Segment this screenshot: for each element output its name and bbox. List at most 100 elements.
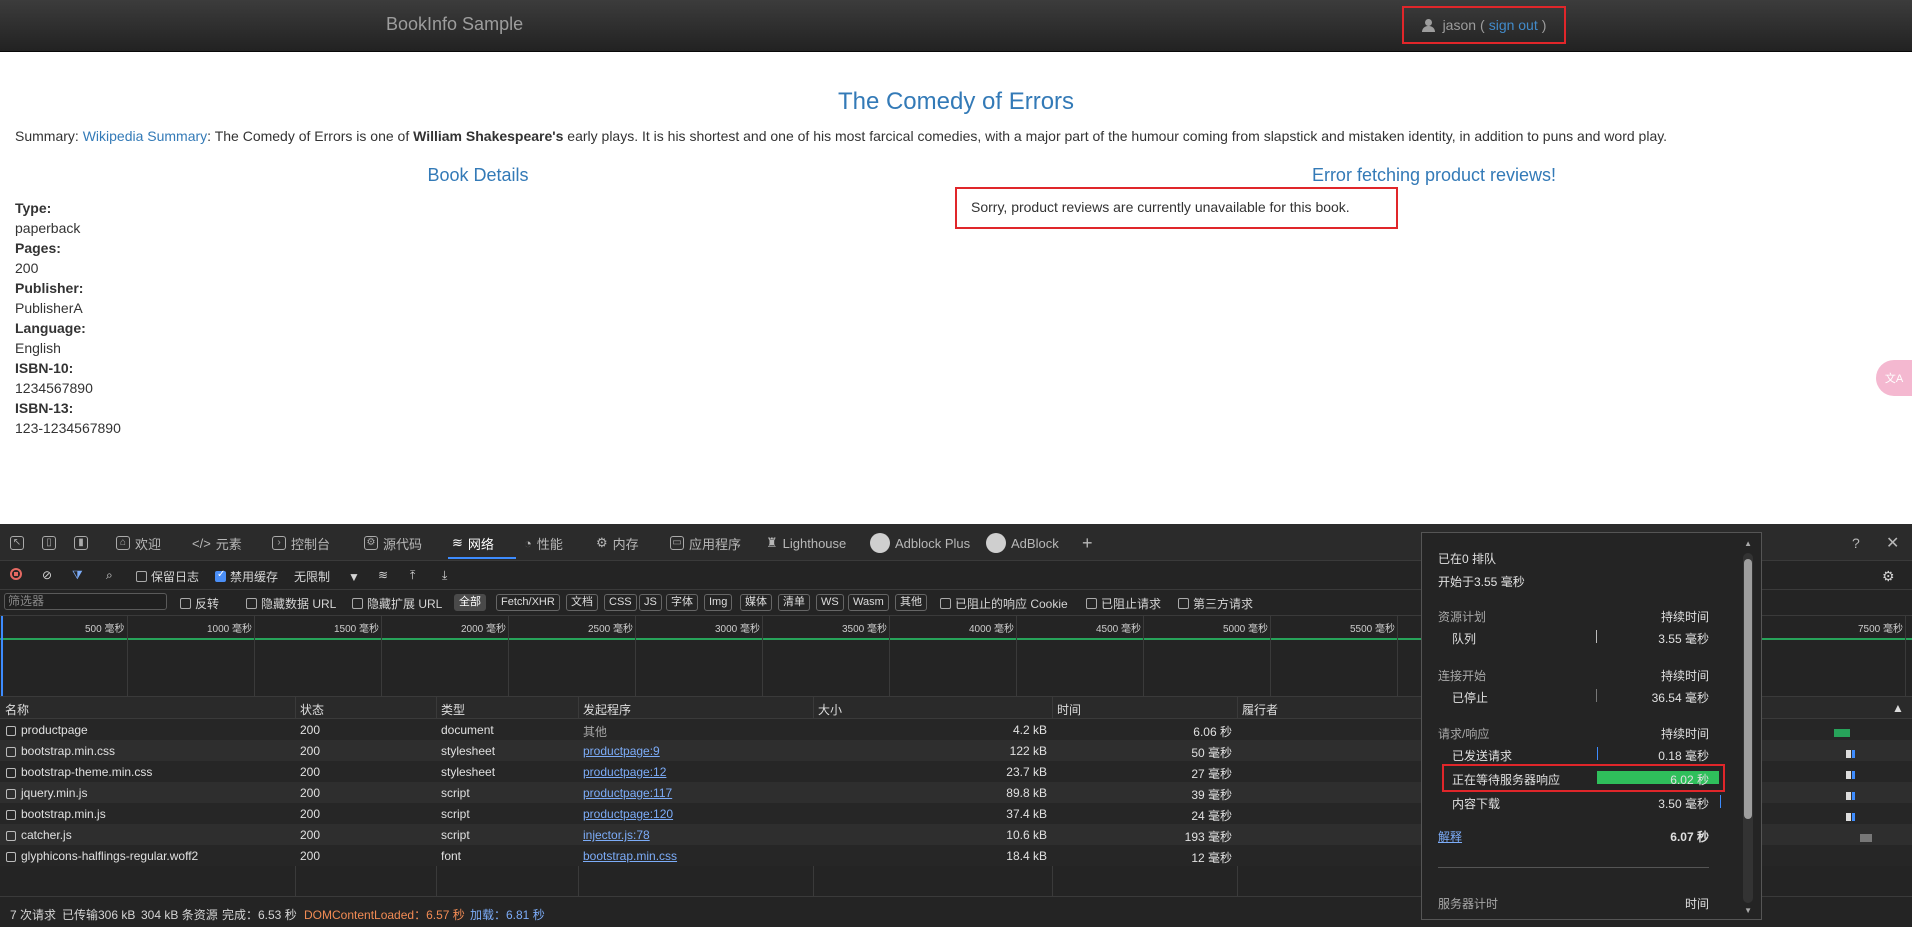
timeline-tick: 2500 毫秒	[588, 624, 634, 635]
request-time: 39 毫秒	[1191, 788, 1232, 802]
request-initiator: 其他	[583, 725, 608, 739]
request-time: 12 毫秒	[1191, 851, 1232, 865]
column-header[interactable]: 名称	[5, 701, 29, 718]
blocked-requests-checkbox[interactable]: 已阻止请求	[1086, 595, 1161, 612]
request-size: 23.7 kB	[1006, 765, 1047, 779]
request-type: script	[441, 828, 470, 842]
book-details: Type: paperback Pages: 200 Publisher: Pu…	[15, 198, 121, 438]
tab-welcome[interactable]: ⌂ 欢迎	[116, 533, 161, 553]
search-icon[interactable]: ⌕	[106, 568, 113, 583]
gear-icon[interactable]: ⚙	[1882, 568, 1895, 585]
tab-label: 性能	[536, 536, 563, 552]
help-icon[interactable]: ?	[1852, 533, 1860, 553]
preserve-log-checkbox[interactable]: 保留日志	[136, 568, 199, 585]
status-transferred: 已传输306 kB	[62, 908, 136, 922]
popup-scrollbar-thumb[interactable]	[1744, 559, 1752, 819]
detail-value: 123-1234567890	[15, 420, 121, 436]
type-chip[interactable]: 媒体	[740, 594, 772, 611]
tab-label: 内存	[612, 536, 639, 552]
filter-input[interactable]: 筛选器	[4, 593, 167, 610]
type-chip[interactable]: 清单	[778, 594, 810, 611]
close-icon[interactable]: ✕	[1886, 533, 1899, 553]
request-initiator[interactable]: injector.js:78	[583, 828, 650, 842]
font-icon	[6, 851, 16, 862]
type-chip[interactable]: Img	[704, 594, 733, 611]
column-header[interactable]: 类型	[441, 701, 465, 718]
tab-console[interactable]: › 控制台	[272, 533, 330, 553]
tab-sources[interactable]: ⚙ 源代码	[364, 533, 422, 553]
waterfall-bar	[1846, 771, 1851, 779]
type-chip[interactable]: 其他	[895, 594, 927, 611]
scroll-up-icon[interactable]: ▲	[1744, 539, 1752, 548]
brand[interactable]: BookInfo Sample	[386, 14, 523, 35]
type-chip[interactable]: Fetch/XHR	[496, 594, 560, 611]
detail-value: 1234567890	[15, 380, 93, 396]
checkbox-label: 反转	[195, 597, 220, 611]
detail-key: Pages:	[15, 240, 61, 256]
tab-lighthouse[interactable]: ♜ Lighthouse	[766, 533, 846, 553]
network-conditions-icon[interactable]: ≋	[378, 568, 388, 582]
sign-out-link[interactable]: sign out	[1489, 17, 1538, 33]
gauge-icon: ◔	[524, 535, 532, 551]
dock-icon[interactable]: ▮	[74, 533, 88, 553]
more-tabs-plus-icon[interactable]: +	[1082, 533, 1093, 553]
third-party-checkbox[interactable]: 第三方请求	[1178, 595, 1253, 612]
device-toolbar-icon[interactable]: ▯	[42, 533, 56, 553]
request-name: bootstrap.min.css	[6, 744, 115, 758]
timing-queued-at: 已在0 排队	[1438, 552, 1497, 566]
tab-adblock[interactable]: AdBlock	[986, 533, 1059, 553]
type-chip[interactable]: 文档	[566, 594, 598, 611]
tab-application[interactable]: ▭ 应用程序	[670, 533, 741, 553]
hide-data-url-checkbox[interactable]: 隐藏数据 URL	[246, 595, 336, 612]
column-header[interactable]: 履行者	[1242, 701, 1278, 718]
request-initiator[interactable]: productpage:9	[583, 744, 660, 758]
clear-icon[interactable]: ⊘	[42, 568, 52, 582]
column-header[interactable]: 大小	[818, 701, 842, 718]
tab-adblock-plus[interactable]: Adblock Plus	[870, 533, 970, 553]
disable-cache-checkbox[interactable]: 禁用缓存	[215, 568, 278, 585]
translate-icon[interactable]: 文A	[1876, 360, 1912, 396]
type-chip[interactable]: WS	[816, 594, 844, 611]
timing-explain-link[interactable]: 解释	[1438, 828, 1462, 845]
tab-memory[interactable]: ⚙ 内存	[596, 533, 639, 553]
request-size: 4.2 kB	[1012, 723, 1047, 737]
filter-icon[interactable]: ⧩	[72, 568, 83, 583]
type-chip[interactable]: Wasm	[848, 594, 889, 611]
wikipedia-summary-link[interactable]: Wikipedia Summary	[83, 128, 207, 144]
script-icon	[6, 788, 16, 799]
tab-network[interactable]: ≋ 网络	[452, 533, 494, 553]
timeline-tick: 5000 毫秒	[1223, 624, 1269, 635]
timing-queue-label: 队列	[1452, 632, 1477, 646]
request-initiator[interactable]: productpage:117	[583, 786, 672, 800]
tab-performance[interactable]: ◔ 性能	[524, 533, 563, 553]
waterfall-bar	[1846, 792, 1851, 800]
tab-elements[interactable]: </> 元素	[192, 533, 242, 553]
summary-text-2: early plays. It is his shortest and one …	[563, 128, 1668, 144]
sort-arrow-icon[interactable]: ▲	[1892, 701, 1904, 715]
request-initiator[interactable]: bootstrap.min.css	[583, 849, 677, 863]
type-chip[interactable]: JS	[639, 594, 662, 611]
type-chip[interactable]: 字体	[666, 594, 698, 611]
blocked-cookies-checkbox[interactable]: 已阻止的响应 Cookie	[940, 595, 1068, 612]
hide-extension-url-checkbox[interactable]: 隐藏扩展 URL	[352, 595, 442, 612]
type-chip[interactable]: CSS	[604, 594, 637, 611]
request-initiator[interactable]: productpage:12	[583, 765, 666, 779]
request-initiator[interactable]: productpage:120	[583, 807, 673, 821]
sources-icon: ⚙	[364, 536, 378, 550]
invert-checkbox[interactable]: 反转	[180, 595, 219, 612]
record-icon[interactable]	[10, 568, 22, 580]
column-header[interactable]: 时间	[1057, 701, 1081, 718]
column-header[interactable]: 状态	[300, 701, 324, 718]
timing-queue-bar	[1596, 630, 1597, 643]
checkbox-icon	[246, 598, 257, 609]
tab-label: AdBlock	[1011, 535, 1059, 551]
scroll-down-icon[interactable]: ▼	[1744, 906, 1752, 915]
export-har-icon[interactable]: ⤓	[442, 568, 447, 583]
tab-label: 欢迎	[135, 536, 162, 552]
throttle-select[interactable]: 无限制 ▼	[294, 568, 360, 585]
import-har-icon[interactable]: ⤒	[410, 568, 415, 583]
timeline-tick: 3500 毫秒	[842, 624, 888, 635]
column-header[interactable]: 发起程序	[583, 701, 631, 718]
type-chip[interactable]: 全部	[454, 594, 486, 611]
inspect-icon[interactable]: ↖	[10, 533, 24, 553]
